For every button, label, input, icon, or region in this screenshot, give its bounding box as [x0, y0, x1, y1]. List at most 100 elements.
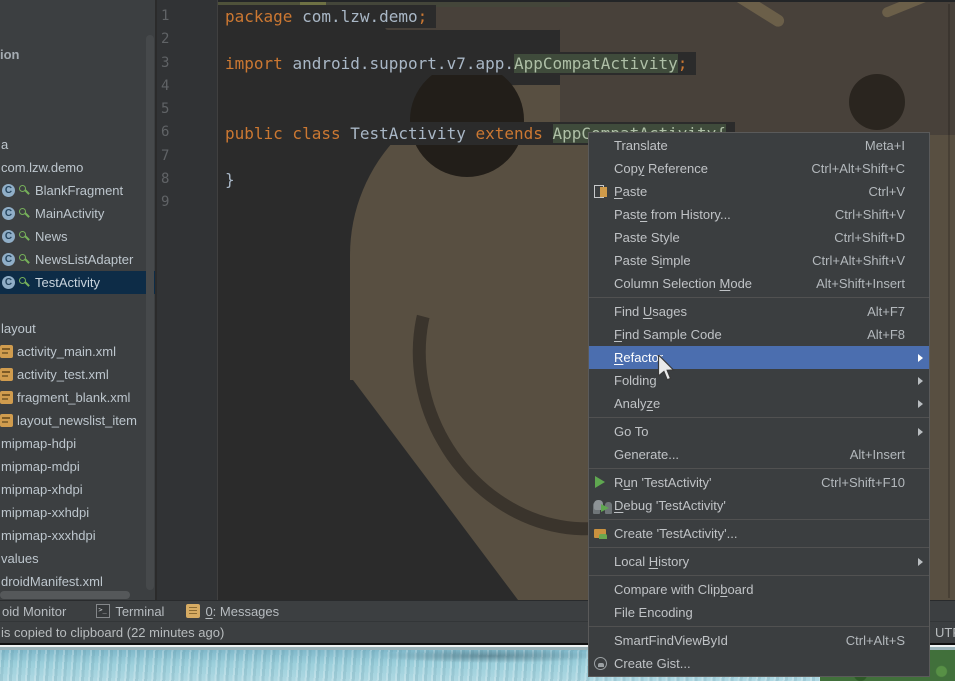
menu-item-refactor[interactable]: Refactor: [589, 346, 929, 369]
line-number: 8: [161, 171, 170, 188]
tree-item-testactivity[interactable]: C TestActivity: [0, 271, 155, 294]
tree-item-values[interactable]: values: [0, 547, 155, 570]
menu-item-label: Column Selection Mode: [614, 276, 753, 291]
menu-item-find-sample-code[interactable]: Find Sample Code Alt+F8: [589, 323, 929, 346]
tree-item-label: activity_main.xml: [17, 344, 116, 359]
menu-item-local-history[interactable]: Local History: [589, 550, 929, 573]
blank-icon: [593, 424, 610, 439]
menu-shortcut: Ctrl+Shift+F10: [821, 475, 905, 490]
menu-separator: [589, 417, 929, 418]
class-icon: C: [2, 207, 15, 220]
project-tree-panel[interactable]: ion a com.lzw.demo C BlankFragment C MainActiv…: [0, 0, 155, 600]
screen: ion a com.lzw.demo C BlankFragment C MainActiv…: [0, 0, 955, 681]
tree-item-mipmap-mdpi[interactable]: mipmap-mdpi: [0, 455, 155, 478]
menu-separator: [589, 626, 929, 627]
tree-item-mainactivity[interactable]: C MainActivity: [0, 202, 155, 225]
menu-item-label: Paste Style: [614, 230, 680, 245]
line-number: 1: [161, 8, 170, 24]
menu-item-label: Copy Reference: [614, 161, 708, 176]
menu-item-compare-with-clipboard[interactable]: Compare with Clipboard: [589, 578, 929, 601]
tree-item-blankfragment[interactable]: C BlankFragment: [0, 179, 155, 202]
blank-icon: [593, 633, 610, 648]
menu-item-analyze[interactable]: Analyze: [589, 392, 929, 415]
tree-item-label: values: [1, 551, 39, 566]
tree-horizontal-scrollbar[interactable]: [0, 591, 130, 599]
tree-item-mipmap-hdpi[interactable]: mipmap-hdpi: [0, 432, 155, 455]
code-line: package com.lzw.demo;: [218, 5, 437, 29]
class-icon: C: [2, 276, 15, 289]
blank-icon: [593, 554, 610, 569]
key-icon: [18, 253, 31, 266]
blank-icon: [593, 396, 610, 411]
menu-item-paste-simple[interactable]: Paste Simple Ctrl+Alt+Shift+V: [589, 249, 929, 272]
blank-icon: [593, 207, 610, 222]
menu-item-paste[interactable]: Paste Ctrl+V: [589, 180, 929, 203]
menu-item-copy-reference[interactable]: Copy Reference Ctrl+Alt+Shift+C: [589, 157, 929, 180]
menu-shortcut: Ctrl+Alt+Shift+C: [811, 161, 905, 176]
mouse-cursor-icon: [657, 353, 675, 387]
tree-item-label: mipmap-xhdpi: [1, 482, 83, 497]
tree-item-label: a: [1, 137, 9, 152]
tab-android-monitor[interactable]: oid Monitor: [2, 601, 66, 621]
menu-item-debug-testactivity[interactable]: Debug 'TestActivity': [589, 494, 929, 517]
menu-shortcut: Ctrl+Shift+V: [834, 207, 905, 222]
menu-item-translate[interactable]: Translate Meta+I: [589, 134, 929, 157]
class-icon: C: [2, 253, 15, 266]
menu-item-file-encoding[interactable]: File Encoding: [589, 601, 929, 624]
encoding-indicator[interactable]: UTF: [935, 625, 955, 640]
tree-item-ion[interactable]: ion: [0, 43, 155, 66]
tree-item-droidmanifest-xml[interactable]: droidManifest.xml: [0, 570, 155, 593]
line-number: 9: [161, 194, 170, 211]
menu-item-label: Debug 'TestActivity': [614, 498, 726, 513]
tree-item-label: ion: [0, 47, 20, 62]
menu-item-label: Analyze: [614, 396, 661, 411]
xml-file-icon: [0, 368, 13, 381]
menu-item-folding[interactable]: Folding: [589, 369, 929, 392]
menu-item-create-gist[interactable]: Create Gist...: [589, 652, 929, 675]
messages-label: 0: Messages: [205, 603, 280, 619]
menu-shortcut: Ctrl+Alt+S: [845, 633, 905, 648]
menu-item-smartfindviewbyid[interactable]: SmartFindViewById Ctrl+Alt+S: [589, 629, 929, 652]
menu-item-label: Compare with Clipboard: [614, 582, 754, 597]
gist-icon: [593, 656, 610, 671]
menu-item-find-usages[interactable]: Find Usages Alt+F7: [589, 300, 929, 323]
menu-shortcut: Alt+Shift+Insert: [816, 276, 905, 291]
menu-shortcut: Ctrl+Shift+D: [834, 230, 905, 245]
tree-item-label: mipmap-mdpi: [1, 459, 80, 474]
tree-item-label: com.lzw.demo: [1, 160, 84, 175]
tree-item-mipmap-xhdpi[interactable]: mipmap-xhdpi: [0, 478, 155, 501]
tree-item-com-lzw-demo[interactable]: com.lzw.demo: [0, 156, 155, 179]
menu-item-go-to[interactable]: Go To: [589, 420, 929, 443]
menu-item-paste-from-history[interactable]: Paste from History... Ctrl+Shift+V: [589, 203, 929, 226]
menu-item-create-testactivity[interactable]: Create 'TestActivity'...: [589, 522, 929, 545]
tree-item-a[interactable]: a: [0, 133, 155, 156]
tree-item-layout-newslist-item[interactable]: layout_newslist_item: [0, 409, 155, 432]
tree-item-label: layout_newslist_item: [17, 413, 137, 428]
tree-vertical-scrollbar[interactable]: [146, 35, 154, 590]
tab-terminal[interactable]: Terminal: [96, 601, 164, 621]
line-numbers: 1 2 3 4 5 6 7 8 9: [157, 5, 217, 215]
menu-item-label: Refactor: [614, 350, 664, 365]
tree-item-mipmap-xxxhdpi[interactable]: mipmap-xxxhdpi: [0, 524, 155, 547]
blank-icon: [593, 605, 610, 620]
tree-item-fragment-blank-xml[interactable]: fragment_blank.xml: [0, 386, 155, 409]
menu-item-generate[interactable]: Generate... Alt+Insert: [589, 443, 929, 466]
blank-icon: [593, 327, 610, 342]
tree-item-activity-main-xml[interactable]: activity_main.xml: [0, 340, 155, 363]
blank-icon: [593, 161, 610, 176]
tree-item-layout[interactable]: layout: [0, 317, 155, 340]
menu-item-label: File Encoding: [614, 605, 693, 620]
tree-item-label: mipmap-xxxhdpi: [1, 528, 96, 543]
tree-item-news[interactable]: C News: [0, 225, 155, 248]
tree-item-activity-test-xml[interactable]: activity_test.xml: [0, 363, 155, 386]
tree-item-mipmap-xxhdpi[interactable]: mipmap-xxhdpi: [0, 501, 155, 524]
menu-shortcut: Meta+I: [864, 138, 905, 153]
tab-messages[interactable]: 0: Messages: [186, 601, 279, 621]
tree-item-label: layout: [1, 321, 36, 336]
menu-item-column-selection-mode[interactable]: Column Selection Mode Alt+Shift+Insert: [589, 272, 929, 295]
line-number: 7: [161, 147, 170, 164]
menu-item-paste-style[interactable]: Paste Style Ctrl+Shift+D: [589, 226, 929, 249]
tree-item-newslistadapter[interactable]: C NewsListAdapter: [0, 248, 155, 271]
menu-item-run-testactivity[interactable]: Run 'TestActivity' Ctrl+Shift+F10: [589, 471, 929, 494]
menu-shortcut: Alt+F7: [867, 304, 905, 319]
